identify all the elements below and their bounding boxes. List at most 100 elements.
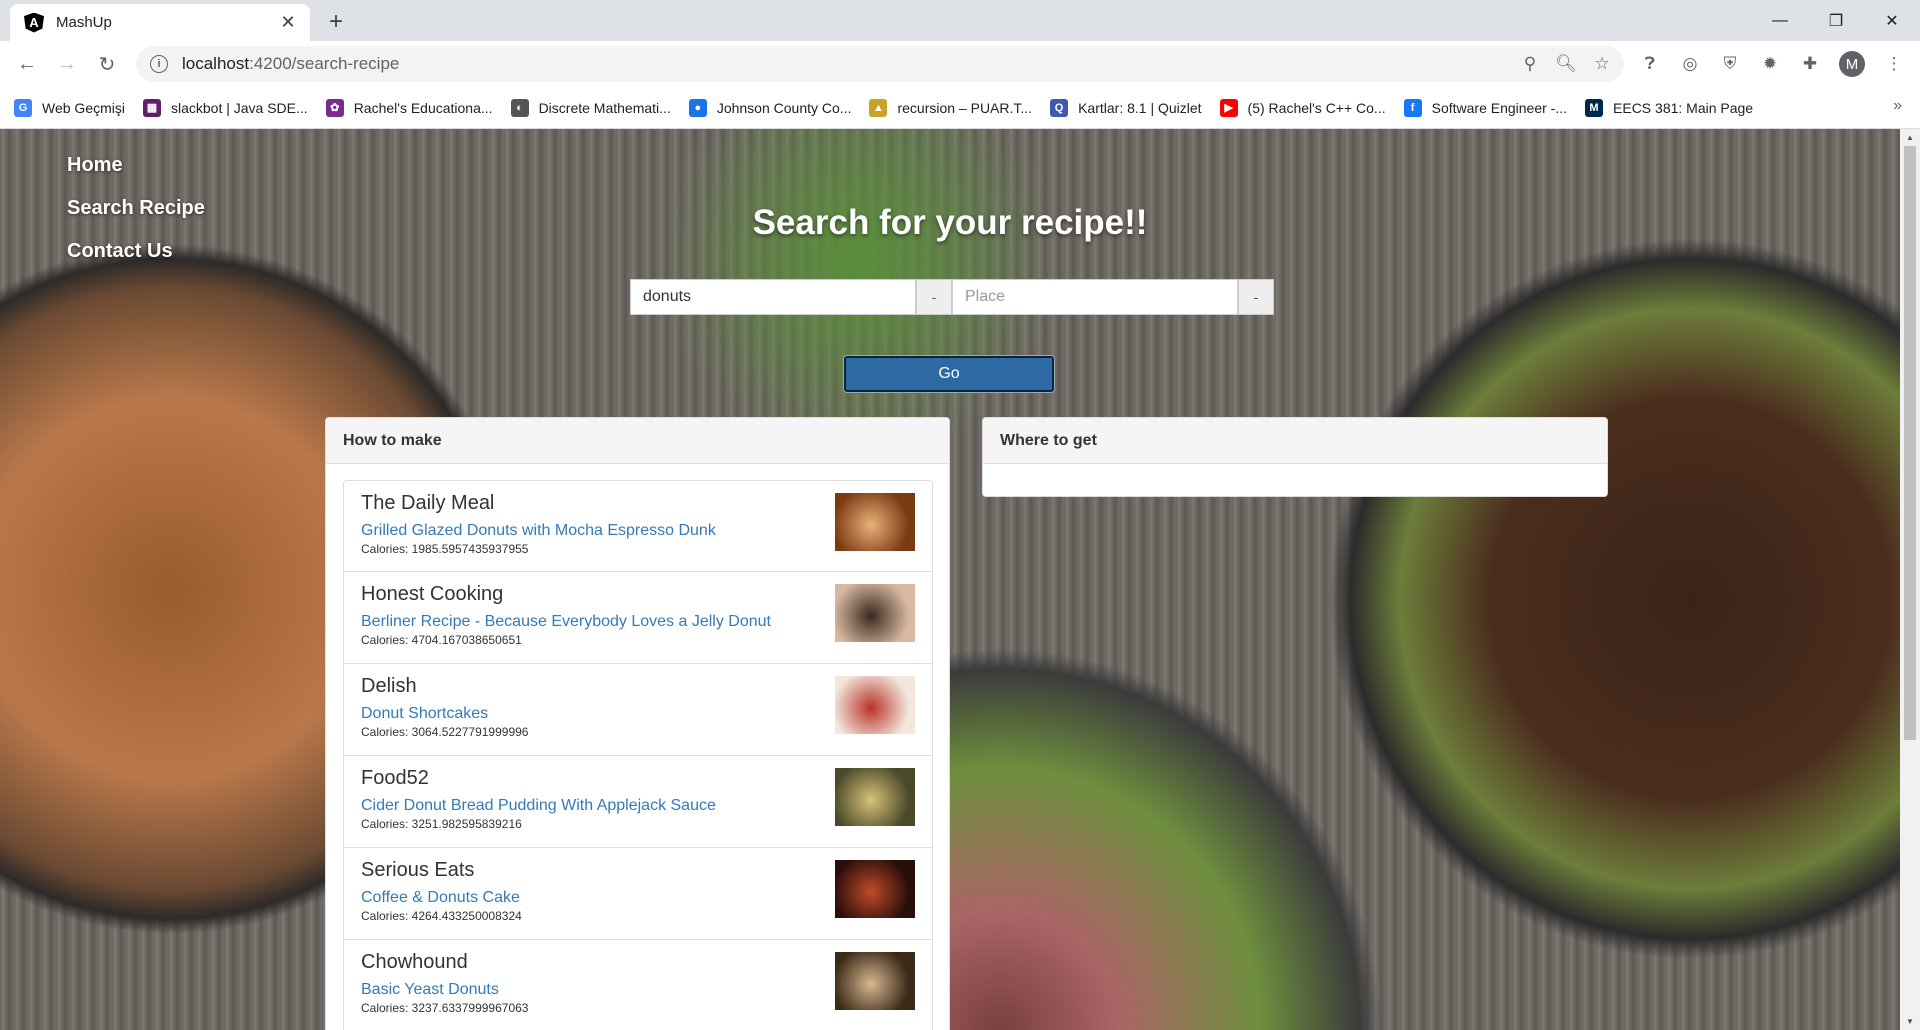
recipe-title-link[interactable]: Coffee & Donuts Cake [361,889,520,907]
bookmark-item[interactable]: ▲ recursion – PUAR.T... [869,98,1033,117]
recipe-source: Chowhound [361,951,468,973]
bookmark-favicon-icon: ▲ [869,98,888,117]
recipe-list-item: Chowhound Basic Yeast Donuts Calories: 323… [343,940,933,1030]
page-background: Home Search Recipe Contact Us Search for… [0,129,1900,1030]
bookmark-label: Web Geçmişi [42,99,125,116]
bookmark-favicon-icon: M [1585,98,1604,117]
where-to-get-panel: Where to get [982,417,1608,497]
recipe-calories: Calories: 3064.5227791999996 [361,725,529,739]
recipe-thumbnail[interactable] [835,584,915,642]
recipe-list-item: Serious Eats Coffee & Donuts Cake Calories… [343,848,933,940]
bookmark-favicon-icon: ✿ [325,98,344,117]
zoom-icon[interactable]: 🔍︎ [1552,50,1580,78]
bookmark-item[interactable]: ● Johnson County Co... [688,98,852,117]
scroll-down-arrow-icon[interactable]: ▼ [1900,1013,1920,1030]
bookmark-favicon-icon: ◐ [510,98,529,117]
scroll-up-arrow-icon[interactable]: ▲ [1900,129,1920,146]
how-to-make-heading: How to make [326,418,949,464]
location-pin-icon[interactable]: ⚲ [1516,50,1544,78]
profile-avatar[interactable]: M [1839,51,1865,77]
scroll-thumb[interactable] [1904,146,1916,740]
reload-icon[interactable]: ↻ [93,50,121,78]
more-bookmarks-icon[interactable]: » [1893,97,1902,115]
help-extension-icon[interactable]: ❓︎ [1636,50,1664,78]
bookmark-label: slackbot | Java SDE... [170,99,308,116]
recipe-thumbnail[interactable] [835,493,915,551]
bookmark-label: Johnson County Co... [716,99,852,116]
recipe-list: The Daily Meal Grilled Glazed Donuts with… [343,480,933,1030]
how-to-make-panel: How to make The Daily Meal Grilled Glazed… [325,417,950,1030]
recipe-source: The Daily Meal [361,492,495,514]
recipe-thumbnail[interactable] [835,952,915,1010]
shield-extension-icon[interactable]: ⛨ [1716,50,1744,78]
extension-circle-icon[interactable]: ◎ [1676,50,1704,78]
recipe-list-item: Delish Donut Shortcakes Calories: 3064.522… [343,664,933,756]
bookmarks-bar: G Web Geçmişi ▦ slackbot | Java SDE... ✿ Rach… [0,87,1920,129]
place-input-addon: - [1238,279,1274,315]
bookmark-item[interactable]: ✿ Rachel's Educationa... [325,98,493,117]
close-tab-icon[interactable]: ✕ [276,11,300,35]
recipe-calories: Calories: 4264.433250008324 [361,909,522,923]
bookmark-item[interactable]: f Software Engineer -... [1403,98,1568,117]
recipe-calories: Calories: 1985.5957435937955 [361,542,529,556]
bookmark-label: Rachel's Educationa... [353,99,493,116]
angular-favicon-icon: A [24,12,44,33]
where-to-get-heading: Where to get [983,418,1607,464]
recipe-title-link[interactable]: Berliner Recipe - Because Everybody Love… [361,613,771,631]
page-scrollbar[interactable]: ▲ ▼ [1900,129,1920,1030]
recipe-list-item: The Daily Meal Grilled Glazed Donuts with… [343,480,933,572]
bookmark-item[interactable]: G Web Geçmişi [14,98,125,117]
search-form: donuts - Place - [630,279,1274,315]
browser-tab[interactable]: A MashUp ✕ [10,4,310,41]
recipe-list-item: Honest Cooking Berliner Recipe - Because … [343,572,933,664]
bookmark-label: Discrete Mathemati... [538,99,671,116]
bookmark-favicon-icon: ● [688,98,707,117]
go-button[interactable]: Go [844,356,1054,392]
bookmark-favicon-icon: G [14,98,32,117]
bookmark-label: recursion – PUAR.T... [897,99,1033,116]
restore-window-button[interactable]: ❐ [1808,0,1864,41]
bookmark-star-icon[interactable]: ☆ [1588,50,1616,78]
bookmark-favicon-icon: Q [1050,98,1069,117]
bug-extension-icon[interactable]: ✹ [1756,50,1784,78]
bookmark-item[interactable]: ◐ Discrete Mathemati... [510,98,671,117]
recipe-calories: Calories: 3237.6337999967063 [361,1001,529,1015]
recipe-title-link[interactable]: Cider Donut Bread Pudding With Applejack… [361,797,716,815]
bookmark-label: Software Engineer -... [1431,99,1568,116]
forward-icon[interactable]: → [53,50,81,78]
address-bar[interactable]: i localhost:4200/search-recipe ⚲ 🔍︎ ☆ [136,46,1624,82]
nav-home-link[interactable]: Home [67,154,205,177]
recipe-search-input[interactable]: donuts [630,279,916,315]
url-text[interactable]: localhost:4200/search-recipe [182,54,1516,74]
site-info-icon[interactable]: i [150,55,168,73]
bookmark-favicon-icon: ▦ [142,98,161,117]
bookmark-label: EECS 381: Main Page [1613,99,1754,116]
page-title: Search for your recipe!! [752,203,1148,242]
new-tab-button[interactable]: + [322,8,350,36]
recipe-source: Food52 [361,767,429,789]
tab-title: MashUp [56,14,112,31]
nav-contact-us-link[interactable]: Contact Us [67,240,205,263]
browser-tab-strip: A MashUp ✕ + — ❐ ✕ [0,0,1920,41]
recipe-thumbnail[interactable] [835,768,915,826]
bookmark-item[interactable]: ▶ (5) Rachel's C++ Co... [1219,98,1386,117]
recipe-thumbnail[interactable] [835,676,915,734]
recipe-thumbnail[interactable] [835,860,915,918]
minimize-window-button[interactable]: — [1752,0,1808,41]
bookmark-item[interactable]: ▦ slackbot | Java SDE... [142,98,308,117]
recipe-input-addon: - [916,279,952,315]
bookmark-item[interactable]: Q Kartlar: 8.1 | Quizlet [1050,98,1202,117]
close-window-button[interactable]: ✕ [1864,0,1920,41]
recipe-source: Honest Cooking [361,583,504,605]
bookmark-label: Kartlar: 8.1 | Quizlet [1078,99,1202,116]
recipe-title-link[interactable]: Basic Yeast Donuts [361,981,499,999]
recipe-title-link[interactable]: Grilled Glazed Donuts with Mocha Espress… [361,522,716,540]
recipe-title-link[interactable]: Donut Shortcakes [361,705,488,723]
place-search-input[interactable]: Place [952,279,1238,315]
back-icon[interactable]: ← [13,50,41,78]
puzzle-extensions-icon[interactable]: ✚ [1796,50,1824,78]
bookmark-item[interactable]: M EECS 381: Main Page [1585,98,1754,117]
browser-toolbar: ← → ↻ i localhost:4200/search-recipe ⚲ 🔍… [0,41,1920,87]
browser-menu-icon[interactable]: ⋮ [1880,50,1908,78]
recipe-source: Serious Eats [361,859,475,881]
